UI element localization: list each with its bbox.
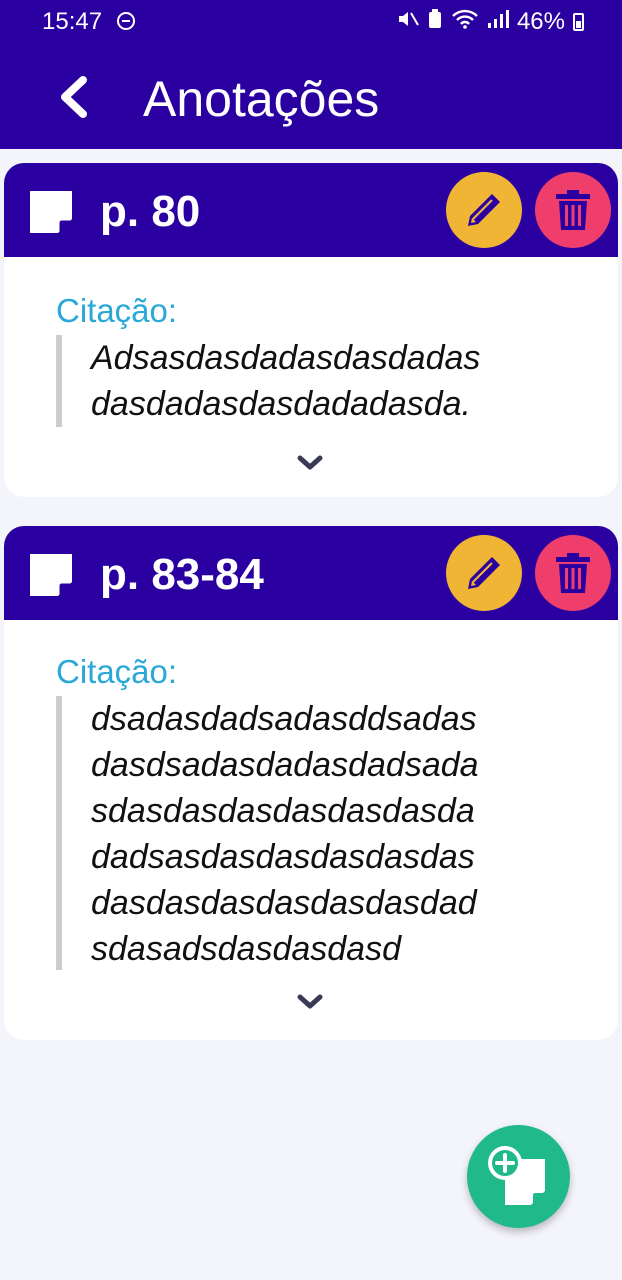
chevron-down-icon[interactable]	[296, 453, 324, 473]
battery-percent: 46%	[516, 8, 565, 35]
status-time: 15:47	[42, 8, 103, 35]
citation-label: Citação:	[56, 292, 178, 329]
trash-icon	[556, 190, 590, 230]
battery-icon	[573, 13, 584, 31]
do-not-disturb-icon	[117, 12, 135, 30]
citation-text: dsadasdadsadasddsadas dasdsadasdadasdads…	[91, 700, 479, 968]
delete-button[interactable]	[535, 535, 611, 611]
pencil-icon	[468, 557, 500, 589]
delete-button[interactable]	[535, 172, 611, 248]
citation-label: Citação:	[56, 653, 178, 690]
chevron-left-icon	[61, 76, 87, 118]
pencil-icon	[468, 194, 500, 226]
status-bar: 15:47 46%	[0, 0, 622, 44]
note-page: p. 80	[100, 187, 201, 236]
note-card-header: p. 80	[4, 163, 618, 257]
signal-icon	[487, 9, 509, 35]
add-note-button[interactable]	[467, 1125, 570, 1228]
note-card: p. 80 Citação: Adsasdasdadasdasdadas das…	[4, 163, 618, 497]
citation-text: Adsasdasdadasdasdadas dasdadasdasdadadas…	[91, 339, 481, 423]
back-button[interactable]	[50, 72, 96, 122]
citation-quote: Adsasdasdadasdasdadas dasdadasdasdadadas…	[56, 335, 480, 427]
trash-icon	[556, 553, 590, 593]
edit-button[interactable]	[446, 535, 522, 611]
note-page: p. 83-84	[100, 550, 264, 599]
note-card: p. 83-84 Citação: dsadasdadsadasddsadas …	[4, 526, 618, 1040]
sticky-note-icon	[30, 554, 74, 598]
battery-saver-icon	[427, 9, 443, 35]
add-note-icon	[487, 1145, 545, 1205]
mute-icon	[397, 9, 419, 35]
app-bar: 15:47 46% Anotações	[0, 0, 622, 149]
edit-button[interactable]	[446, 172, 522, 248]
note-card-header: p. 83-84	[4, 526, 618, 620]
wifi-icon	[451, 9, 479, 35]
citation-quote: dsadasdadsadasddsadas dasdsadasdadasdads…	[56, 696, 479, 970]
sticky-note-icon	[30, 191, 74, 235]
chevron-down-icon[interactable]	[296, 992, 324, 1012]
page-title: Anotações	[143, 71, 380, 127]
